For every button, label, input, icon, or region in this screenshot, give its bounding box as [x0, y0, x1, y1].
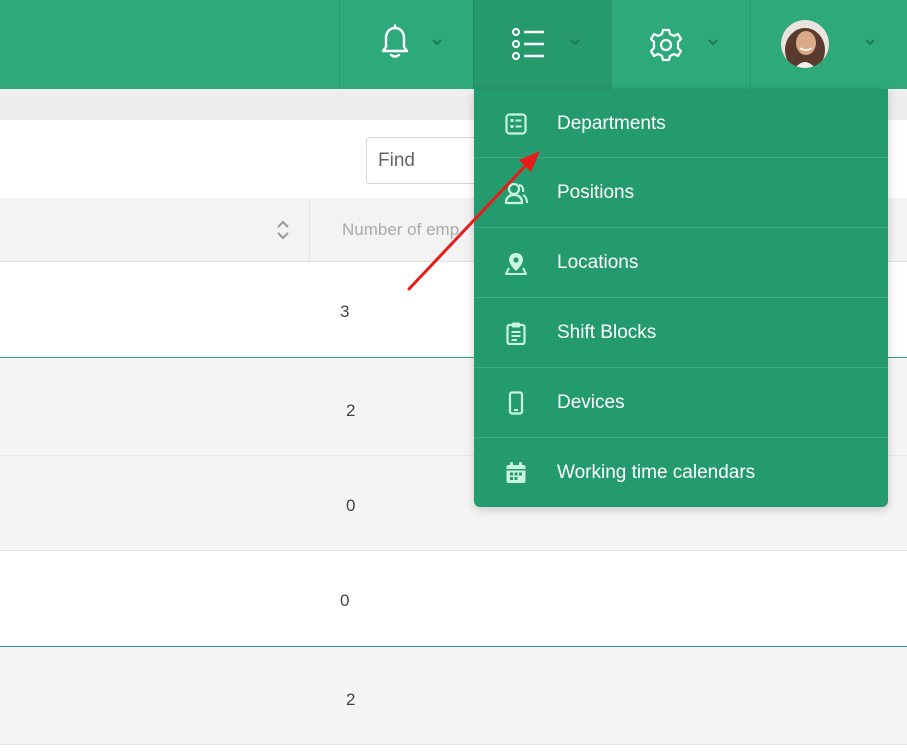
- employee-count: 2: [346, 401, 356, 420]
- menu-item-shift-blocks[interactable]: Shift Blocks: [474, 298, 888, 368]
- settings-menu[interactable]: [611, 0, 750, 89]
- menu-item-locations[interactable]: Locations: [474, 228, 888, 298]
- employee-count: 2: [346, 690, 356, 709]
- lists-dropdown-menu: Departments Positions Locations Shift Bl…: [474, 89, 888, 507]
- top-navigation-bar: [0, 0, 907, 89]
- list-icon: [512, 28, 544, 60]
- user-photo: [781, 20, 829, 68]
- lists-menu[interactable]: [473, 0, 611, 89]
- location-pin-icon: [505, 253, 527, 275]
- chevron-down-icon: [432, 39, 442, 46]
- chevron-down-icon: [865, 39, 875, 46]
- menu-item-label: Locations: [557, 252, 639, 273]
- avatar[interactable]: [781, 20, 829, 68]
- mobile-device-icon: [508, 391, 524, 415]
- column-divider: [309, 198, 310, 262]
- sort-icon[interactable]: [275, 218, 291, 242]
- department-card-icon: [505, 113, 527, 135]
- menu-item-label: Positions: [557, 182, 635, 203]
- employee-count: 0: [346, 496, 356, 515]
- menu-item-label: Shift Blocks: [557, 322, 657, 343]
- clipboard-icon: [506, 322, 526, 345]
- menu-item-departments[interactable]: Departments: [474, 89, 888, 158]
- bell-icon: [381, 24, 409, 58]
- menu-item-devices[interactable]: Devices: [474, 368, 888, 438]
- column-header-employees[interactable]: Number of emp: [342, 220, 459, 240]
- table-row[interactable]: 0: [0, 551, 907, 647]
- menu-item-label: Working time calendars: [557, 462, 756, 483]
- positions-users-icon: [504, 182, 528, 205]
- menu-item-working-time-calendars[interactable]: Working time calendars: [474, 438, 888, 507]
- chevron-down-icon: [570, 39, 580, 46]
- menu-item-positions[interactable]: Positions: [474, 158, 888, 228]
- employee-count: 3: [340, 302, 350, 321]
- chevron-down-icon: [708, 39, 718, 46]
- calendar-icon: [506, 462, 526, 483]
- menu-item-label: Departments: [557, 113, 666, 134]
- menu-item-label: Devices: [557, 392, 625, 413]
- employee-count: 0: [340, 591, 350, 610]
- table-row[interactable]: 2: [0, 647, 907, 745]
- notifications-menu[interactable]: [339, 0, 473, 89]
- profile-menu[interactable]: [750, 0, 907, 89]
- gear-icon: [649, 28, 683, 62]
